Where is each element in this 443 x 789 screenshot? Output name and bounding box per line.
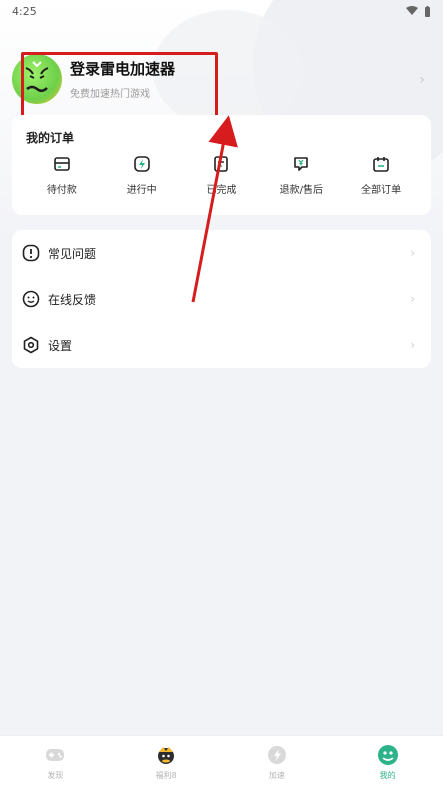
menu-label: 常见问题 — [48, 246, 97, 261]
order-item-completed[interactable]: 已完成 — [186, 155, 256, 196]
menu-card: 常见问题 › 在线反馈 › 设置 › — [12, 230, 431, 368]
refund-icon — [294, 157, 309, 171]
order-label: 退款/售后 — [279, 185, 323, 196]
rocket-icon — [267, 746, 286, 764]
nav-label: 加速 — [268, 771, 285, 780]
feedback-icon — [22, 290, 40, 308]
nav-label: 发现 — [47, 771, 64, 780]
battery-icon — [425, 5, 430, 17]
order-label: 全部订单 — [361, 185, 402, 196]
order-label: 进行中 — [126, 185, 157, 196]
status-time: 4:25 — [12, 4, 37, 18]
order-item-refund[interactable]: 退款/售后 — [266, 155, 336, 196]
order-label: 待付款 — [46, 185, 77, 196]
menu-item-settings[interactable]: 设置 › — [12, 322, 431, 368]
bolt-icon — [133, 156, 150, 172]
order-label: 已完成 — [206, 185, 237, 196]
order-item-pending-payment[interactable]: 待付款 — [27, 155, 97, 196]
profile-icon — [377, 745, 398, 765]
check-doc-icon — [214, 156, 229, 172]
nav-tab-welfare[interactable]: 福利8 — [111, 736, 222, 789]
chevron-right-icon: › — [410, 338, 415, 352]
mascot-icon — [158, 747, 175, 764]
card-icon — [54, 157, 70, 171]
bottom-nav: 发现 福利8 加速 我的 — [0, 735, 443, 789]
nav-tab-accelerate[interactable]: 加速 — [222, 736, 333, 789]
chevron-right-icon: › — [410, 246, 415, 260]
calendar-icon — [373, 157, 389, 172]
settings-icon — [23, 336, 39, 354]
gamepad-icon — [46, 749, 65, 761]
nav-label: 我的 — [379, 771, 396, 780]
orders-title: 我的订单 — [26, 131, 75, 145]
order-item-in-progress[interactable]: 进行中 — [107, 155, 177, 196]
status-bar: 4:25 — [0, 0, 443, 22]
question-icon — [22, 244, 40, 262]
menu-item-feedback[interactable]: 在线反馈 › — [12, 276, 431, 322]
orders-card: 我的订单 待付款 进行中 已完成 退款/售后 全部订单 — [12, 115, 431, 215]
menu-label: 设置 — [48, 338, 73, 353]
annotation-highlight-box — [21, 52, 218, 122]
order-item-all[interactable]: 全部订单 — [346, 155, 416, 196]
nav-tab-mine[interactable]: 我的 — [332, 736, 443, 789]
menu-label: 在线反馈 — [48, 292, 97, 307]
chevron-right-icon: › — [410, 292, 415, 306]
wifi-icon — [406, 6, 418, 15]
nav-tab-discover[interactable]: 发现 — [0, 736, 111, 789]
chevron-right-icon[interactable]: › — [419, 72, 425, 88]
nav-label: 福利8 — [155, 771, 177, 780]
menu-item-faq[interactable]: 常见问题 › — [12, 230, 431, 276]
